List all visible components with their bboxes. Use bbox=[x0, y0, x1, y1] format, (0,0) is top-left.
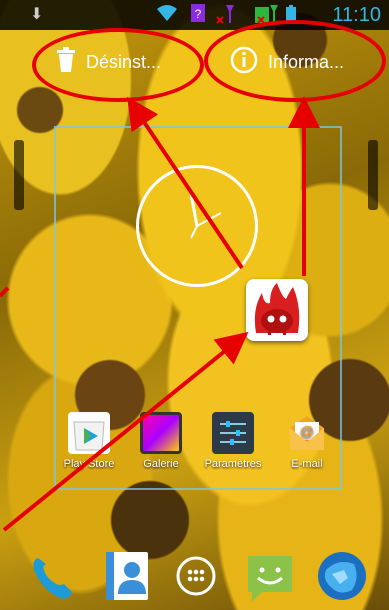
annotation-arrows bbox=[0, 96, 320, 532]
arrow-left-edge bbox=[0, 286, 10, 298]
arrow-to-uninstall bbox=[127, 96, 244, 270]
arrow-to-app-icon bbox=[2, 331, 249, 532]
